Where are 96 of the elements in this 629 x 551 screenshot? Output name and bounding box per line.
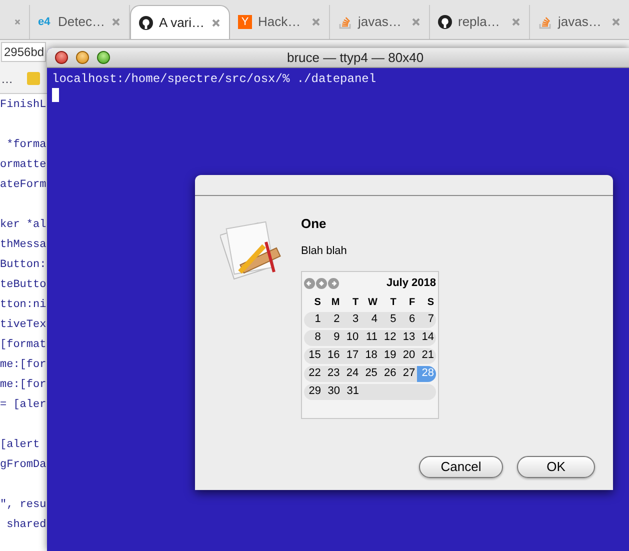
calendar-day[interactable]: 11 xyxy=(360,330,380,346)
weekday-label: M xyxy=(330,296,341,310)
calendar-day[interactable]: 4 xyxy=(360,312,380,328)
site-logo-icon: Y xyxy=(238,15,252,29)
calendar-day[interactable]: 13 xyxy=(398,330,418,346)
calendar-day[interactable]: 21 xyxy=(417,348,436,364)
close-icon xyxy=(311,17,321,27)
code-line: tiveTex xyxy=(0,318,46,333)
calendar-day[interactable]: 17 xyxy=(342,348,361,364)
calendar-day[interactable]: 23 xyxy=(322,366,342,382)
calendar-day[interactable]: 26 xyxy=(379,366,398,382)
code-line: me:[for xyxy=(0,378,46,393)
browser-tab[interactable]: Y Hack… xyxy=(230,5,330,39)
cancel-button[interactable]: Cancel xyxy=(419,456,503,478)
calendar-day[interactable]: 8 xyxy=(304,330,323,346)
browser-tab[interactable]: javas… xyxy=(530,5,629,39)
code-line: gFromDa xyxy=(0,458,46,473)
weekday-label: T xyxy=(389,296,398,310)
calendar-day[interactable]: 9 xyxy=(322,330,342,346)
calendar-day[interactable]: 19 xyxy=(379,348,398,364)
tab-label: repla… xyxy=(458,13,501,32)
weekday-label: W xyxy=(366,296,378,310)
calendar-day[interactable]: 7 xyxy=(417,312,436,328)
tab-label: Hack… xyxy=(258,13,302,32)
close-icon xyxy=(111,17,121,27)
next-month-icon[interactable] xyxy=(328,278,339,289)
tab-label: A vari… xyxy=(159,14,205,32)
tab-label: javas… xyxy=(558,13,602,32)
alert-message: Blah blah xyxy=(301,244,348,258)
calendar-day[interactable]: 5 xyxy=(379,312,398,328)
document-pencil-icon xyxy=(220,220,283,280)
calendar-day[interactable]: 1 xyxy=(304,312,323,328)
browser-tab[interactable]: javas… xyxy=(330,5,430,39)
close-icon xyxy=(411,17,421,27)
calendar-day[interactable]: 24 xyxy=(342,366,361,382)
code-line: [alert xyxy=(0,438,40,453)
calendar-day[interactable]: 22 xyxy=(304,366,323,382)
weekday-label: F xyxy=(408,296,416,310)
calendar-day[interactable]: 3 xyxy=(342,312,361,328)
calendar-day[interactable]: 18 xyxy=(360,348,380,364)
code-line: shared xyxy=(6,518,46,533)
game-tile-icon[interactable] xyxy=(27,72,40,85)
terminal-prompt: localhost:/home/spectre/src/osx/% ./datepanel xyxy=(52,71,376,88)
code-line: me:[for xyxy=(0,358,46,373)
weekday-label: T xyxy=(351,296,360,310)
calendar-day[interactable]: 12 xyxy=(379,330,398,346)
stack-logo-icon xyxy=(538,15,552,29)
today-icon[interactable] xyxy=(316,278,327,289)
calendar-day[interactable]: 30 xyxy=(323,384,342,400)
browser-tab[interactable]: repla… xyxy=(430,5,530,39)
calendar-day[interactable]: 6 xyxy=(398,312,418,328)
code-line: tton:ni xyxy=(0,298,46,313)
calendar-day[interactable]: 29 xyxy=(304,384,323,400)
browser-tab[interactable]: A vari… xyxy=(130,5,230,39)
calendar-day[interactable]: 2 xyxy=(322,312,342,328)
weekday-label: S xyxy=(426,296,436,310)
site-logo-icon: e4 xyxy=(38,14,52,30)
calendar-day[interactable]: 15 xyxy=(304,348,323,364)
window-title: bruce — ttyp4 — 80x40 xyxy=(287,48,424,67)
code-line: ", resu xyxy=(0,498,46,513)
previous-month-icon[interactable] xyxy=(304,278,315,289)
cat-logo-icon xyxy=(139,16,153,30)
close-icon xyxy=(511,17,521,27)
alert-title: One xyxy=(301,215,328,233)
calendar-day[interactable]: 20 xyxy=(398,348,418,364)
bookmark-link[interactable]: … xyxy=(1,70,13,88)
code-line: ormatte xyxy=(0,158,46,173)
calendar-day[interactable]: 10 xyxy=(342,330,361,346)
calendar-day[interactable]: 16 xyxy=(322,348,342,364)
calendar-day[interactable]: 27 xyxy=(398,366,418,382)
weekday-label: S xyxy=(313,296,322,310)
cat-logo-icon xyxy=(438,15,452,29)
code-line: Button: xyxy=(0,258,46,273)
month-label: July 2018 xyxy=(386,276,436,291)
code-line: = [aler xyxy=(0,398,46,413)
code-line: ateForm xyxy=(0,178,46,193)
zoom-icon[interactable] xyxy=(97,51,110,64)
minimize-icon[interactable] xyxy=(76,51,89,64)
tab-label: javas… xyxy=(358,13,402,32)
code-line: teButto xyxy=(0,278,46,293)
cursor-icon xyxy=(52,88,59,102)
code-line: [format xyxy=(0,338,46,353)
code-line: FinishL xyxy=(0,98,46,113)
code-line: ker *al xyxy=(0,218,46,233)
calendar-day[interactable]: 25 xyxy=(360,366,380,382)
close-icon xyxy=(211,18,221,28)
close-icon[interactable] xyxy=(55,51,68,64)
code-line: thMessa xyxy=(0,238,46,253)
tab-label: Detec… xyxy=(58,13,105,32)
close-icon xyxy=(611,17,621,27)
close-icon xyxy=(14,17,21,27)
stack-logo-icon xyxy=(338,15,352,29)
calendar-day[interactable]: 14 xyxy=(417,330,436,346)
calendar-day[interactable]: 31 xyxy=(342,384,361,400)
code-line: *forma xyxy=(6,138,46,153)
ok-button[interactable]: OK xyxy=(517,456,595,478)
